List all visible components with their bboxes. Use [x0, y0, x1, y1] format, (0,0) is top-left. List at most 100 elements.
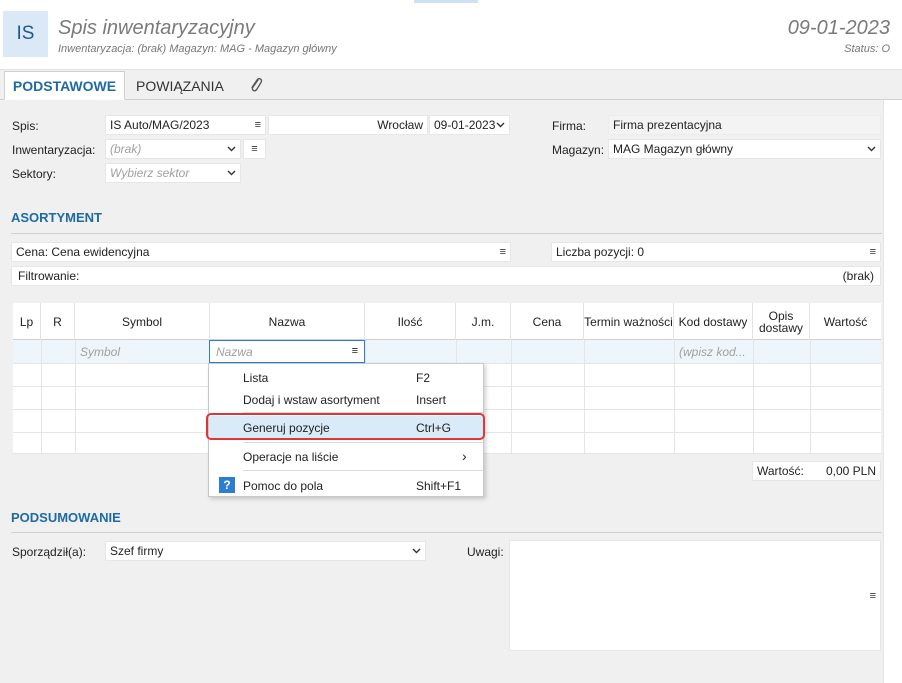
right-side-panel — [883, 100, 902, 683]
menu-item-shortcut: F2 — [416, 371, 431, 385]
column-header-lp[interactable]: Lp — [13, 303, 41, 340]
price-type-value: Cena: Cena ewidencyjna — [16, 245, 150, 259]
menu-item-dodaj[interactable]: Dodaj i wstaw asortyment Insert — [209, 388, 483, 410]
grid-line — [75, 340, 76, 454]
filter-bar[interactable]: Filtrowanie: (brak) — [11, 266, 881, 286]
sporzadzil-label: Sporządził(a): — [12, 545, 87, 559]
firma-value: Firma prezentacyjna — [613, 118, 722, 132]
page-subtitle: Inwentaryzacja: (brak) Magazyn: MAG - Ma… — [58, 43, 337, 55]
magazyn-select[interactable]: MAG Magazyn główny — [608, 139, 881, 159]
sporzadzil-value: Szef firmy — [110, 544, 164, 558]
grid-line — [511, 340, 512, 454]
uwagi-label: Uwagi: — [467, 545, 504, 559]
magazyn-value: MAG Magazyn główny — [613, 142, 734, 156]
menu-icon[interactable]: ≡ — [255, 119, 261, 131]
spis-date-value: 09-01-2023 — [434, 118, 496, 132]
column-header-symbol[interactable]: Symbol — [75, 303, 210, 340]
total-value-box: Wartość: 0,00 PLN — [752, 461, 881, 481]
menu-icon[interactable]: ≡ — [500, 246, 506, 258]
section-divider — [11, 532, 882, 533]
chevron-down-icon[interactable] — [227, 170, 236, 176]
inwentaryzacja-label: Inwentaryzacja: — [12, 143, 96, 157]
column-header-termin[interactable]: Termin ważności — [584, 303, 674, 340]
spis-label: Spis: — [12, 119, 39, 133]
section-divider — [11, 233, 882, 234]
total-label: Wartość: — [757, 464, 804, 478]
items-table-header: Lp R Symbol Nazwa Ilość J.m. Cena Termin… — [13, 303, 881, 340]
filter-label: Filtrowanie: — [18, 269, 80, 283]
menu-item-label: Pomoc do pola — [243, 479, 324, 493]
chevron-down-icon[interactable] — [412, 548, 421, 554]
place-value: Wrocław — [377, 118, 423, 132]
spis-number-field[interactable]: IS Auto/MAG/2023 ≡ — [105, 115, 266, 135]
chevron-down-icon[interactable] — [227, 146, 236, 152]
menu-item-lista[interactable]: Lista F2 — [209, 366, 483, 388]
grid-line — [584, 340, 585, 454]
highlight-annotation — [206, 413, 485, 440]
place-field[interactable]: Wrocław — [268, 115, 428, 135]
tab-powiazania[interactable]: POWIĄZANIA — [136, 71, 224, 100]
firma-field: Firma prezentacyjna — [608, 115, 881, 135]
menu-item-operacje[interactable]: Operacje na liście › — [209, 445, 483, 467]
column-header-cena[interactable]: Cena — [511, 303, 584, 340]
kod-dostawy-cell-placeholder[interactable]: (wpisz kod... — [679, 345, 751, 359]
sektory-label: Sektory: — [12, 167, 57, 181]
menu-separator — [243, 470, 483, 471]
menu-item-pomoc[interactable]: ? Pomoc do pola Shift+F1 — [209, 474, 483, 496]
grid-line — [810, 340, 811, 454]
grid-line — [41, 340, 42, 454]
menu-icon[interactable]: ≡ — [352, 345, 358, 357]
total-value: 0,00 PLN — [825, 464, 876, 478]
magazyn-label: Magazyn: — [552, 143, 605, 157]
column-header-ilosc[interactable]: Ilość — [365, 303, 456, 340]
spis-number-value: IS Auto/MAG/2023 — [110, 118, 210, 132]
header-accent-line — [414, 0, 478, 3]
symbol-cell-placeholder[interactable]: Symbol — [80, 345, 120, 359]
column-header-jm[interactable]: J.m. — [456, 303, 511, 340]
inwentaryzacja-select[interactable]: (brak) — [105, 139, 241, 159]
column-header-nazwa[interactable]: Nazwa — [210, 303, 365, 340]
column-header-kod-dostawy[interactable]: Kod dostawy — [674, 303, 753, 340]
document-type-badge: IS — [3, 11, 48, 57]
grid-line — [753, 340, 754, 454]
chevron-right-icon: › — [462, 448, 467, 464]
inwentaryzacja-value: (brak) — [110, 142, 142, 156]
items-count-value: Liczba pozycji: 0 — [556, 245, 645, 259]
nazwa-cell-editor[interactable]: Nazwa ≡ — [209, 340, 365, 363]
uwagi-textarea[interactable]: ≡ — [509, 540, 881, 651]
menu-icon[interactable]: ≡ — [870, 590, 876, 602]
inwentaryzacja-menu-button[interactable]: ≡ — [243, 139, 266, 159]
menu-item-shortcut: Shift+F1 — [416, 479, 462, 493]
column-header-r[interactable]: R — [41, 303, 75, 340]
column-header-opis-dostawy[interactable]: Opis dostawy — [753, 303, 810, 340]
nazwa-cell-placeholder: Nazwa — [216, 345, 253, 359]
column-header-wartosc[interactable]: Wartość — [810, 303, 881, 340]
tab-podstawowe[interactable]: PODSTAWOWE — [4, 71, 125, 100]
chevron-down-icon[interactable] — [867, 146, 876, 152]
spis-date-field[interactable]: 09-01-2023 — [429, 115, 510, 135]
menu-icon[interactable]: ≡ — [870, 246, 876, 258]
menu-icon: ≡ — [251, 143, 258, 155]
menu-separator — [243, 442, 483, 443]
menu-item-label: Lista — [243, 371, 269, 385]
asortyment-section-title: ASORTYMENT — [11, 210, 102, 225]
podsumowanie-section-title: PODSUMOWANIE — [11, 510, 121, 525]
page-title: Spis inwentaryzacyjny — [58, 17, 255, 39]
menu-item-label: Operacje na liście — [243, 450, 339, 464]
firma-label: Firma: — [552, 119, 586, 133]
grid-line — [674, 340, 675, 454]
help-icon: ? — [219, 477, 235, 493]
filter-value: (brak) — [842, 269, 874, 283]
price-type-field[interactable]: Cena: Cena ewidencyjna ≡ — [11, 242, 511, 262]
paperclip-icon[interactable] — [247, 71, 265, 100]
document-header: IS Spis inwentaryzacyjny Inwentaryzacja:… — [0, 0, 902, 70]
sektory-select[interactable]: Wybierz sektor — [105, 163, 241, 183]
sporzadzil-select[interactable]: Szef firmy — [105, 541, 426, 561]
menu-item-label: Dodaj i wstaw asortyment — [243, 393, 380, 407]
status-label: Status: O — [844, 43, 890, 55]
tab-bar: PODSTAWOWE POWIĄZANIA — [0, 71, 902, 100]
menu-item-shortcut: Insert — [416, 393, 447, 407]
chevron-down-icon[interactable] — [496, 122, 505, 128]
items-count-field: Liczba pozycji: 0 ≡ — [551, 242, 881, 262]
sektory-placeholder: Wybierz sektor — [110, 166, 190, 180]
